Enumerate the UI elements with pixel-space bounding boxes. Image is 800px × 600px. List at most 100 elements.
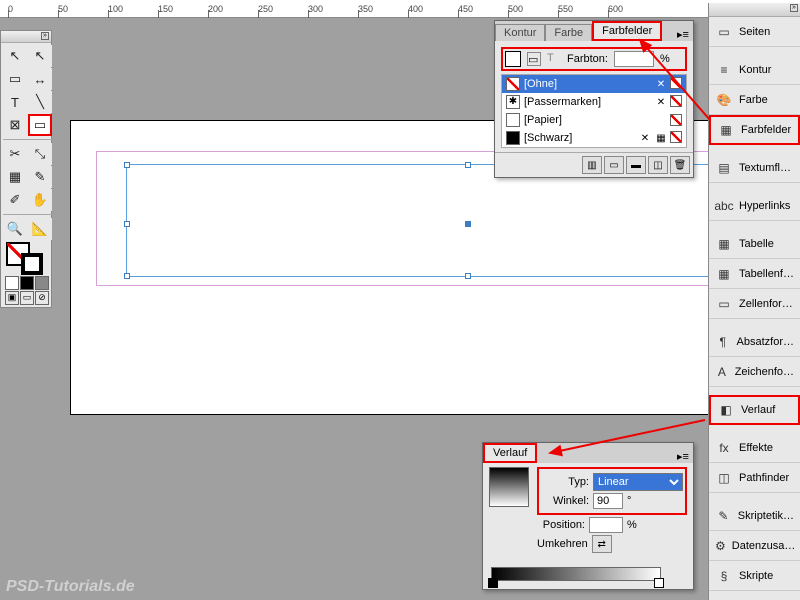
dock-icon: fx: [715, 440, 733, 456]
gradient-stop[interactable]: [654, 578, 664, 588]
apply-color-mini[interactable]: [20, 276, 34, 290]
tool-page[interactable]: ▭: [3, 68, 27, 90]
gradient-stop[interactable]: [488, 578, 498, 588]
dock-icon: ⚙: [715, 538, 726, 554]
tool-frame[interactable]: ⊠: [3, 114, 27, 136]
angle-input[interactable]: [593, 493, 623, 509]
dock-icon: ▦: [717, 122, 735, 138]
tool-eyedrop[interactable]: ✐: [3, 189, 27, 211]
container-icon[interactable]: ▭: [527, 52, 541, 66]
dock-item-textumfl[interactable]: ▤Textumfl…: [709, 153, 800, 183]
dock-item-absatzfor[interactable]: ¶Absatzfor…: [709, 327, 800, 357]
reverse-gradient-button[interactable]: ⇄: [592, 535, 612, 553]
dock-label: Zeichenfo…: [735, 366, 794, 378]
view-mode-mini[interactable]: ▣: [5, 291, 19, 305]
dock-item-tabelle[interactable]: ▦Tabelle: [709, 229, 800, 259]
tab-kontur[interactable]: Kontur: [495, 24, 545, 41]
tool-type[interactable]: T: [3, 91, 27, 113]
apply-color-mini[interactable]: [5, 276, 19, 290]
new-swatch-icon[interactable]: ▭: [604, 156, 624, 174]
swatch-row[interactable]: [Ohne]✕: [502, 75, 686, 93]
dock-label: Hyperlinks: [739, 200, 790, 212]
horizontal-ruler: 050100150200250300350400450500550600: [0, 0, 800, 18]
tab-verlauf[interactable]: Verlauf: [483, 443, 537, 463]
tool-scissors[interactable]: ✂: [3, 143, 27, 165]
view-mode-mini[interactable]: ▭: [20, 291, 34, 305]
new-swatch-button[interactable]: ◫: [648, 156, 668, 174]
dock-icon: ◧: [717, 402, 735, 418]
position-unit: %: [627, 519, 637, 531]
resize-handle[interactable]: [124, 162, 130, 168]
none-indicator-icon: [670, 77, 682, 89]
none-indicator-icon: [670, 95, 682, 107]
tool-gap[interactable]: ↔: [28, 68, 52, 90]
dock-item-kontur[interactable]: ≡Kontur: [709, 55, 800, 85]
resize-handle[interactable]: [465, 162, 471, 168]
selected-frame[interactable]: [126, 164, 800, 277]
text-icon[interactable]: T: [547, 52, 561, 66]
panel-tabs: Kontur Farbe Farbfelder ▸≡: [495, 21, 693, 41]
tint-input[interactable]: [614, 51, 654, 67]
resize-handle[interactable]: [124, 221, 130, 227]
position-input[interactable]: [589, 517, 623, 533]
new-swatch-icon[interactable]: ▬: [626, 156, 646, 174]
dock-icon: ▭: [715, 24, 733, 40]
dock-icon: ✎: [715, 508, 732, 524]
dock-item-pathfinder[interactable]: ◫Pathfinder: [709, 463, 800, 493]
dock-item-skripte[interactable]: §Skripte: [709, 561, 800, 591]
gradient-ramp[interactable]: [491, 567, 661, 581]
panel-dock: » ▭Seiten≡Kontur🎨Farbe▦Farbfelder▤Textum…: [708, 3, 800, 600]
tool-transform[interactable]: ⤡: [28, 143, 52, 165]
tab-farbe[interactable]: Farbe: [545, 24, 592, 41]
dock-label: Farbe: [739, 94, 768, 106]
fill-stroke-toggle[interactable]: [505, 51, 521, 67]
dock-item-seiten[interactable]: ▭Seiten: [709, 17, 800, 47]
tool-select[interactable]: ↖: [3, 45, 27, 67]
dock-icon: A: [715, 364, 729, 380]
dock-item-datenzusa[interactable]: ⚙Datenzusa…: [709, 531, 800, 561]
resize-handle[interactable]: [465, 273, 471, 279]
none-indicator-icon: [670, 131, 682, 143]
dock-item-zellenfor[interactable]: ▭Zellenfor…: [709, 289, 800, 319]
tab-farbfelder[interactable]: Farbfelder: [592, 21, 662, 41]
cmyk-icon: ▦: [654, 131, 668, 145]
panel-menu-icon[interactable]: ▸≡: [673, 28, 693, 41]
dock-item-farbe[interactable]: 🎨Farbe: [709, 85, 800, 115]
tool-direct[interactable]: ↖: [28, 45, 52, 67]
dock-label: Verlauf: [741, 404, 775, 416]
dock-label: Textumfl…: [739, 162, 791, 174]
apply-color-mini[interactable]: [35, 276, 49, 290]
dock-item-verlauf[interactable]: ◧ Verlauf: [709, 395, 800, 425]
tool-rect[interactable]: ▭: [28, 114, 52, 136]
tool-line[interactable]: ╲: [28, 91, 52, 113]
swatch-row[interactable]: [Papier]: [502, 111, 686, 129]
toolbox-header[interactable]: »: [1, 31, 51, 43]
dock-label: Kontur: [739, 64, 771, 76]
show-swatch-type-icon[interactable]: ▥: [582, 156, 602, 174]
tool-measure[interactable]: 📐: [28, 218, 52, 240]
dock-item-hyperlinks[interactable]: abcHyperlinks: [709, 191, 800, 221]
swatch-row[interactable]: [Passermarken] ✕: [502, 93, 686, 111]
resize-handle[interactable]: [124, 273, 130, 279]
delete-swatch-icon[interactable]: 🗑: [670, 156, 690, 174]
swatch-label: [Passermarken]: [524, 96, 601, 108]
dock-item-tabellenf[interactable]: ▦Tabellenf…: [709, 259, 800, 289]
dock-icon: ▦: [715, 236, 733, 252]
lock-icon: ✕: [654, 95, 668, 109]
tool-gradient[interactable]: ▦: [3, 166, 27, 188]
tool-note[interactable]: ✎: [28, 166, 52, 188]
watermark: PSD-Tutorials.de: [6, 578, 135, 596]
dock-item-zeichenfo[interactable]: A Zeichenfo…: [709, 357, 800, 387]
stroke-swatch[interactable]: [21, 253, 43, 275]
dock-item-effekte[interactable]: fxEffekte: [709, 433, 800, 463]
swatch-row[interactable]: [Schwarz]✕▦: [502, 129, 686, 147]
view-mode-mini[interactable]: ⊘: [35, 291, 49, 305]
tool-zoom[interactable]: 🔍: [3, 218, 27, 240]
panel-menu-icon[interactable]: ▸≡: [673, 450, 693, 463]
dock-icon: ¶: [715, 334, 731, 350]
dock-item-farbfelder[interactable]: ▦Farbfelder: [709, 115, 800, 145]
tool-hand[interactable]: ✋: [28, 189, 52, 211]
gradient-type-select[interactable]: Linear: [593, 473, 683, 491]
dock-label: Skriptetik…: [738, 510, 794, 522]
dock-item-skriptetik[interactable]: ✎ Skriptetik…: [709, 501, 800, 531]
